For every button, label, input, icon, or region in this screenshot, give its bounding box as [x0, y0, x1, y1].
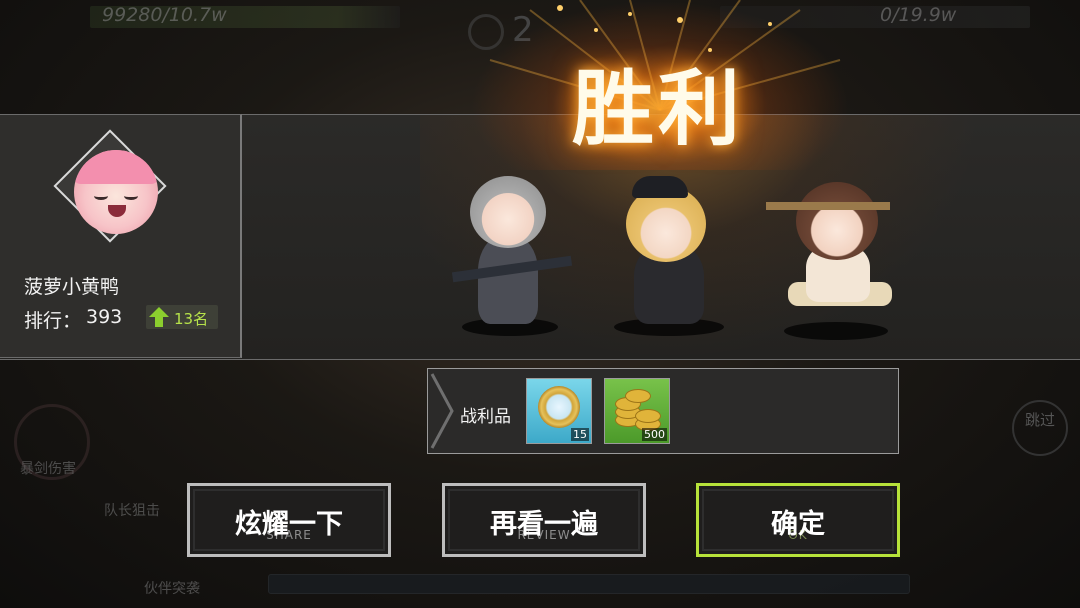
- right-team-power-text: 0/19.9w: [880, 4, 957, 26]
- loot-item-gold[interactable]: 500: [604, 378, 670, 444]
- character-right-staff: [766, 202, 890, 210]
- chevron-right-icon: [430, 373, 454, 449]
- player-name: 菠萝小黄鸭: [24, 276, 120, 298]
- skill-label-3: 伙伴突袭: [144, 581, 200, 597]
- arrow-up-icon: [149, 307, 169, 327]
- loot-label: 战利品: [460, 407, 511, 427]
- share-button-label: 炫耀一下: [235, 509, 343, 540]
- loot-item-count: 500: [642, 428, 667, 441]
- character-left-body: [478, 236, 538, 324]
- character-right-shadow: [784, 322, 888, 340]
- bottom-energy-bar: [268, 574, 910, 594]
- skill-label-2: 队长狙击: [104, 503, 160, 519]
- rank-change-text: 13名: [174, 310, 209, 328]
- review-button-label: 再看一遍: [490, 509, 598, 540]
- avatar-mouth: [108, 205, 126, 217]
- avatar-eye-right: [124, 192, 138, 200]
- skill-label-1: 暴剑伤害: [20, 461, 76, 477]
- confirm-button-label: 确定: [771, 509, 825, 540]
- avatar: [74, 150, 158, 234]
- share-button[interactable]: SHARE 炫耀一下: [187, 483, 391, 557]
- character-center-hat: [632, 176, 688, 198]
- review-button[interactable]: REVIEW 再看一遍: [442, 483, 646, 557]
- character-left-head: [470, 176, 546, 248]
- avatar-eye-left: [94, 192, 108, 200]
- confirm-button[interactable]: OK 确定: [696, 483, 900, 557]
- rank-label: 排行：: [24, 310, 82, 332]
- loot-item-count: 15: [571, 428, 589, 441]
- victory-title: 胜利: [571, 61, 744, 157]
- skip-button: 跳过: [1012, 400, 1068, 456]
- medal-icon: [538, 386, 580, 428]
- avatar-hair: [74, 150, 158, 184]
- loot-item-medal[interactable]: 15: [526, 378, 592, 444]
- rank-value: 393: [86, 306, 123, 328]
- character-right-head: [796, 182, 878, 260]
- left-team-power-text: 99280/10.7w: [102, 4, 227, 26]
